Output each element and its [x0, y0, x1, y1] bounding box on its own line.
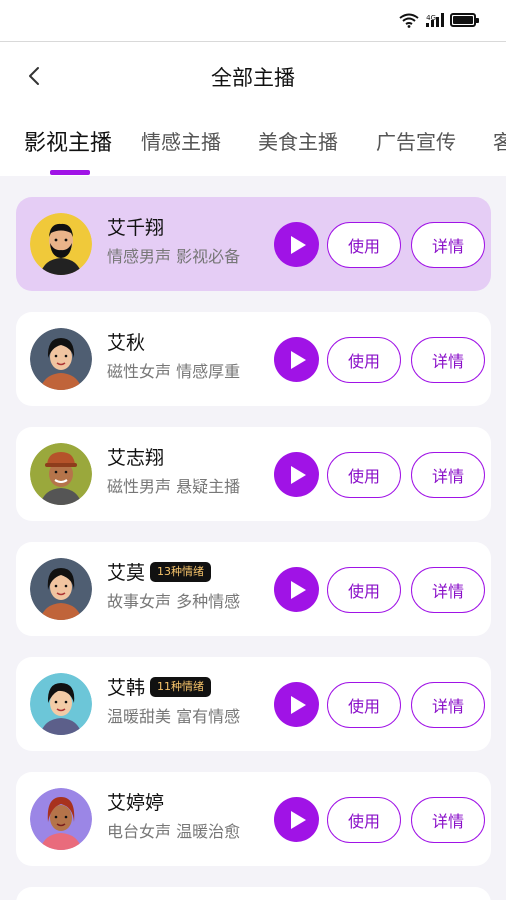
anchor-description: 磁性女声 情感厚重 [107, 362, 241, 381]
play-button[interactable] [274, 682, 319, 727]
avatar [30, 788, 92, 850]
tab-emotion-anchor[interactable]: 情感主播 [141, 126, 221, 155]
anchor-card[interactable]: 艾韩 11种情绪 温暖甜美 富有情感 使用 详情 [16, 657, 491, 751]
anchor-card-partial[interactable] [16, 887, 491, 900]
page-title: 全部主播 [211, 66, 295, 90]
anchor-name: 艾志翔 [107, 447, 165, 469]
anchor-description: 磁性男声 悬疑主播 [107, 477, 241, 496]
anchor-card[interactable]: 艾秋 磁性女声 情感厚重 使用 详情 [16, 312, 491, 406]
detail-button[interactable]: 详情 [411, 682, 485, 728]
use-button[interactable]: 使用 [327, 337, 401, 383]
play-button[interactable] [274, 337, 319, 382]
play-button[interactable] [274, 567, 319, 612]
use-button[interactable]: 使用 [327, 797, 401, 843]
play-icon [291, 580, 306, 599]
detail-button[interactable]: 详情 [411, 567, 485, 613]
anchor-card[interactable]: 艾千翔 情感男声 影视必备 使用 详情 [16, 197, 491, 291]
anchor-description: 故事女声 多种情感 [107, 592, 241, 611]
play-button[interactable] [274, 797, 319, 842]
anchor-description: 情感男声 影视必备 [107, 247, 241, 266]
category-tabs: 影视主播 情感主播 美食主播 广告宣传 客 [0, 110, 506, 176]
anchor-name: 艾韩 [107, 677, 146, 699]
use-button[interactable]: 使用 [327, 222, 401, 268]
play-icon [291, 350, 306, 369]
detail-button[interactable]: 详情 [411, 452, 485, 498]
play-icon [291, 810, 306, 829]
avatar [30, 673, 92, 735]
status-bar: 4G [0, 0, 506, 42]
tab-food-anchor[interactable]: 美食主播 [258, 126, 338, 155]
anchor-card[interactable]: 艾莫 13种情绪 故事女声 多种情感 使用 详情 [16, 542, 491, 636]
anchor-list: 艾千翔 情感男声 影视必备 使用 详情 艾秋 磁性女声 情感厚重 使用 详情 艾… [0, 176, 506, 900]
anchor-description: 电台女声 温暖治愈 [107, 822, 241, 841]
use-button[interactable]: 使用 [327, 567, 401, 613]
anchor-card[interactable]: 艾志翔 磁性男声 悬疑主播 使用 详情 [16, 427, 491, 521]
tab-advertising[interactable]: 广告宣传 [376, 126, 456, 155]
play-button[interactable] [274, 452, 319, 497]
anchor-name: 艾千翔 [107, 217, 165, 239]
anchor-description: 温暖甜美 富有情感 [107, 707, 241, 726]
avatar [30, 328, 92, 390]
emotion-count-badge: 11种情绪 [150, 676, 212, 697]
use-button[interactable]: 使用 [327, 682, 401, 728]
anchor-name: 艾婷婷 [107, 792, 165, 814]
anchor-name: 艾莫 [107, 562, 146, 584]
detail-button[interactable]: 详情 [411, 222, 485, 268]
emotion-count-badge: 13种情绪 [150, 561, 212, 582]
play-icon [291, 695, 306, 714]
play-icon [291, 465, 306, 484]
tab-film-anchor[interactable]: 影视主播 [24, 125, 112, 157]
active-tab-indicator [50, 170, 90, 175]
avatar [30, 558, 92, 620]
nav-bar: 全部主播 [0, 42, 506, 110]
use-button[interactable]: 使用 [327, 452, 401, 498]
signal-icon [426, 13, 444, 27]
avatar [30, 443, 92, 505]
anchor-card[interactable]: 艾婷婷 电台女声 温暖治愈 使用 详情 [16, 772, 491, 866]
detail-button[interactable]: 详情 [411, 337, 485, 383]
play-button[interactable] [274, 222, 319, 267]
wifi-icon [399, 13, 419, 28]
avatar [30, 213, 92, 275]
tab-more-partial[interactable]: 客 [493, 126, 506, 155]
detail-button[interactable]: 详情 [411, 797, 485, 843]
battery-icon [450, 13, 479, 27]
anchor-name: 艾秋 [107, 332, 146, 354]
play-icon [291, 235, 306, 254]
